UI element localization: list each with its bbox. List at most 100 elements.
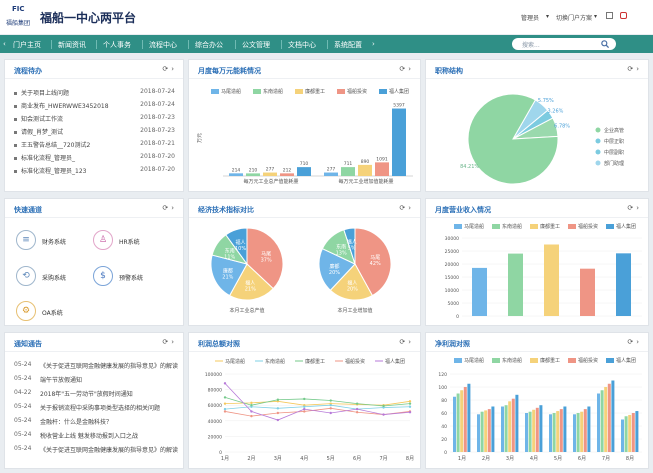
- panel-tools[interactable]: ⟳›: [627, 204, 642, 212]
- bar: [324, 172, 338, 176]
- list-item[interactable]: 知会测试工作流 2018-07-23: [14, 114, 175, 124]
- nav-divider: [96, 40, 97, 49]
- logout-icon[interactable]: [620, 12, 627, 19]
- nav-divider: [327, 40, 328, 49]
- switch-caret-icon[interactable]: ▾: [594, 13, 597, 20]
- bar: [580, 268, 595, 316]
- list-item[interactable]: 关于项目上线问题 2018-07-24: [14, 88, 175, 98]
- data-point: [276, 398, 280, 401]
- bar: [477, 414, 480, 452]
- bar: [508, 253, 523, 316]
- list-item[interactable]: 请假_肖梦_测试 2018-07-23: [14, 127, 175, 137]
- panel-tools[interactable]: ⟳›: [162, 204, 177, 212]
- y-tick-label: 0: [444, 450, 447, 456]
- nav-settings[interactable]: 系统配置: [334, 40, 362, 50]
- bar: [297, 167, 311, 176]
- user-menu[interactable]: 管理员: [521, 13, 539, 22]
- panel-title: 月度每万元能耗情况: [198, 67, 261, 75]
- energy-chart: 马尾造船 东南造船 廉都重工 福船投资 福人集团万元 214 210 277 212 710 每万元…: [197, 88, 413, 185]
- nav-home[interactable]: 门户主页: [13, 40, 41, 50]
- nav-documents[interactable]: 公文管理: [242, 40, 270, 50]
- panel-tools[interactable]: ⟳›: [399, 338, 414, 346]
- header: FIC 福船集团 福船一中心两平台 管理员 ▾ 切换门户方案 ▾: [0, 0, 653, 34]
- quick-warning[interactable]: $ 预警系统: [93, 266, 163, 288]
- switch-portal[interactable]: 切换门户方案: [556, 13, 592, 22]
- panel-title: 快速通道: [14, 206, 42, 214]
- logo: FIC 福船集团: [6, 5, 34, 29]
- notice-item[interactable]: 05-24 金融杆：什么是金融科技？: [14, 417, 175, 427]
- bar: [491, 406, 495, 452]
- quick-hr[interactable]: ♙ HR系统: [93, 230, 163, 252]
- panel-tools[interactable]: ⟳›: [399, 204, 414, 212]
- nav-personal[interactable]: 个人事务: [103, 40, 131, 50]
- panel-tools[interactable]: ⟳›: [399, 65, 414, 73]
- bar: [484, 410, 488, 452]
- bar: [472, 267, 487, 316]
- bar: [508, 401, 512, 452]
- notice-item[interactable]: 05-24 关于报销流程中采购事项类型选择的相关问题: [14, 403, 175, 413]
- quick-oa[interactable]: ⚙ OA系统: [16, 301, 86, 323]
- pie-caption: 本月工业总产值: [229, 307, 264, 314]
- panel-tools[interactable]: ⟳›: [627, 65, 642, 73]
- bar: [549, 414, 552, 452]
- site-title: 福船一中心两平台: [40, 11, 137, 25]
- x-tick-label: 3月: [274, 456, 282, 462]
- legend-swatch: [337, 89, 345, 94]
- notice-item[interactable]: 05-24 《关于促进互联网金融健康发展的指导意见》的解读: [14, 445, 178, 455]
- legend-label: 部门助理: [604, 160, 624, 167]
- nav-workflow[interactable]: 流程中心: [149, 40, 177, 50]
- net-chart: 马尾造船 东南造船 廉都重工 福船投资 福人集团 0 20 40 60 80 100 120 1月 2月 3…: [438, 357, 642, 462]
- x-tick-label: 4月: [300, 456, 308, 462]
- quick-finance[interactable]: ≡ 财务系统: [16, 230, 86, 252]
- legend-label: 廉都重工: [540, 223, 560, 230]
- panel-tools[interactable]: ⟳›: [162, 65, 177, 73]
- notice-item[interactable]: 05-24 《关于促进互联网金融健康发展的指导意见》的解读: [14, 361, 178, 371]
- x-tick-label: 8月: [626, 456, 634, 462]
- panel-title: 职称结构: [435, 67, 463, 75]
- nav-divider: [188, 40, 189, 49]
- list-item[interactable]: 王五警告总结__720测试2 2018-07-21: [14, 140, 175, 150]
- data-point: [329, 404, 332, 407]
- search-icon[interactable]: [601, 40, 609, 48]
- data-point: [408, 402, 412, 405]
- window-icon[interactable]: [606, 12, 613, 19]
- nav-next-icon[interactable]: ›: [372, 40, 375, 48]
- y-tick-label: 100000: [205, 372, 222, 378]
- legend-dot: [595, 149, 601, 155]
- search-input[interactable]: 搜索...: [512, 38, 616, 50]
- nav-prev-icon[interactable]: ‹: [3, 40, 6, 48]
- panel-title: 通知通告: [14, 340, 42, 348]
- bar: [611, 380, 615, 452]
- slice-label: 廉都: [223, 267, 233, 274]
- list-item[interactable]: 标准化流程_管理员_123 2018-07-20: [14, 166, 175, 176]
- bar: [587, 406, 591, 452]
- bar: [456, 393, 460, 452]
- list-item[interactable]: 商业发布_HWERWWE3452018 2018-07-24: [14, 101, 175, 111]
- legend-label: 东南造船: [502, 357, 522, 364]
- notice-item[interactable]: 05-24 端午节放假通知: [14, 375, 175, 385]
- quick-purchase[interactable]: ⟲ 采购系统: [16, 266, 86, 288]
- panel-tools[interactable]: ⟳›: [162, 338, 177, 346]
- nav-divider: [51, 40, 52, 49]
- data-point: [408, 400, 412, 403]
- notice-item[interactable]: 05-24 税收营业上线 魅发移动报到入口之战: [14, 431, 175, 441]
- nav-news[interactable]: 新闻资讯: [58, 40, 86, 50]
- nav-office[interactable]: 综合办公: [195, 40, 223, 50]
- data-point: [382, 404, 385, 408]
- nav-doc-center[interactable]: 文档中心: [288, 40, 316, 50]
- bar: [375, 162, 389, 176]
- user-caret-icon[interactable]: ▾: [546, 13, 549, 20]
- y-tick-label: 60000: [208, 403, 222, 409]
- data-point: [303, 397, 306, 401]
- data-label: 5.75%: [538, 98, 554, 104]
- bar: [621, 419, 624, 452]
- notice-panel: 通知通告 ⟳› 05-24 《关于促进互联网金融健康发展的指导意见》的解读 05-…: [4, 332, 184, 469]
- bar: [563, 406, 567, 452]
- slice-label: 东南: [336, 243, 346, 250]
- notice-item[interactable]: 04-22 2018年"五一劳动节"放假时间通知: [14, 389, 175, 399]
- data-label: 84.21%: [460, 164, 479, 170]
- pie-caption: 本月工业增加值: [337, 307, 372, 314]
- list-item[interactable]: 标准化流程_管理员_ 2018-07-20: [14, 153, 175, 163]
- data-label: 711: [344, 161, 353, 167]
- panel-tools[interactable]: ⟳›: [627, 338, 642, 346]
